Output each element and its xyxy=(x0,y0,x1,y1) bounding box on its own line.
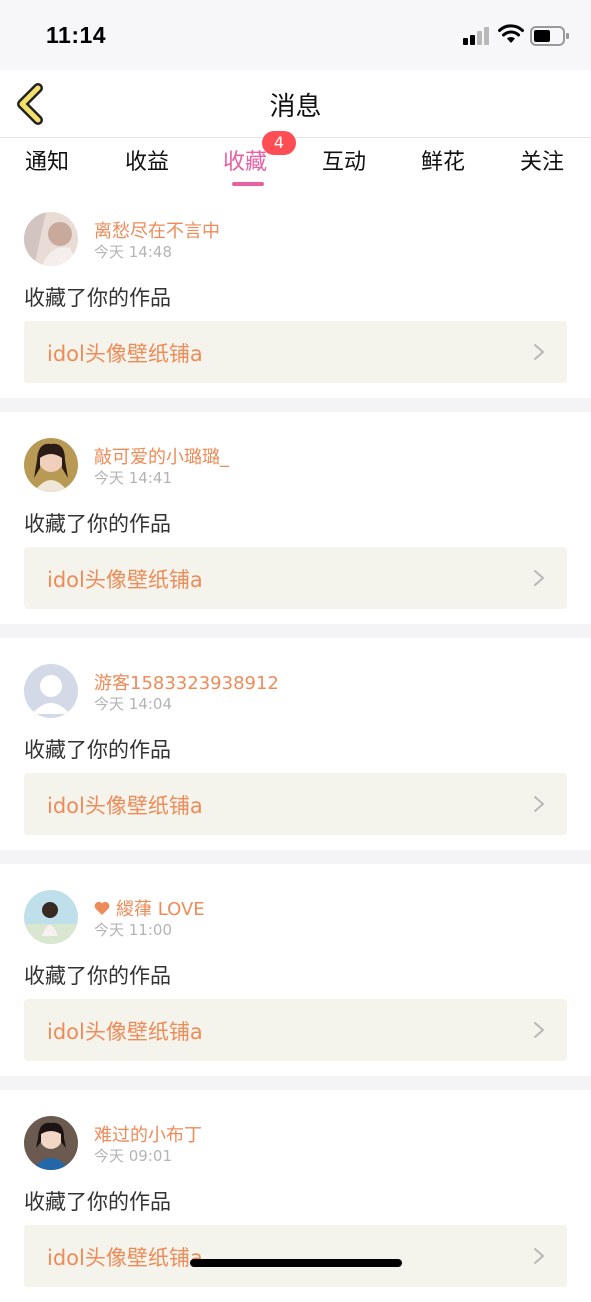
work-title: idol头像壁纸铺a xyxy=(47,1246,203,1270)
list-item: 游客1583323938912 今天 14:04 收藏了你的作品 idol头像壁… xyxy=(0,638,591,850)
avatar[interactable] xyxy=(24,212,78,266)
nav-bar: 消息 xyxy=(0,70,591,138)
username-label: 緵葎 LOVE xyxy=(116,899,205,920)
work-link[interactable]: idol头像壁纸铺a xyxy=(24,1225,567,1287)
work-link[interactable]: idol头像壁纸铺a xyxy=(24,321,567,383)
tab-flowers[interactable]: 鲜花 xyxy=(403,144,483,176)
chevron-right-icon xyxy=(534,1022,544,1038)
battery-icon xyxy=(530,26,569,46)
timestamp: 今天 09:01 xyxy=(94,1147,172,1165)
divider xyxy=(0,398,591,412)
divider xyxy=(0,624,591,638)
favorites-count-badge: 4 xyxy=(262,131,296,155)
username[interactable]: 游客1583323938912 xyxy=(94,669,279,695)
tab-favorites-label: 收藏 xyxy=(222,150,267,175)
username[interactable]: 緵葎 LOVE xyxy=(94,895,205,921)
page-title: 消息 xyxy=(269,92,322,122)
chevron-right-icon xyxy=(534,570,544,586)
avatar[interactable] xyxy=(24,890,78,944)
action-text: 收藏了你的作品 xyxy=(24,1190,171,1214)
timestamp: 今天 11:00 xyxy=(94,921,172,939)
avatar[interactable] xyxy=(24,438,78,492)
action-text: 收藏了你的作品 xyxy=(24,738,171,762)
work-link[interactable]: idol头像壁纸铺a xyxy=(24,547,567,609)
chevron-right-icon xyxy=(534,1248,544,1264)
username[interactable]: 离愁尽在不言中 xyxy=(94,217,220,243)
work-title: idol头像壁纸铺a xyxy=(47,794,203,818)
avatar[interactable] xyxy=(24,664,78,718)
cellular-signal-icon xyxy=(463,27,489,45)
chevron-right-icon xyxy=(534,796,544,812)
username[interactable]: 难过的小布丁 xyxy=(94,1121,202,1147)
timestamp: 今天 14:48 xyxy=(94,243,172,261)
status-time: 11:14 xyxy=(46,22,107,48)
tab-interactions[interactable]: 互动 xyxy=(304,144,384,176)
tab-following[interactable]: 关注 xyxy=(502,144,582,176)
work-link[interactable]: idol头像壁纸铺a xyxy=(24,773,567,835)
action-text: 收藏了你的作品 xyxy=(24,286,171,310)
tab-earnings[interactable]: 收益 xyxy=(107,144,187,176)
action-text: 收藏了你的作品 xyxy=(24,512,171,536)
home-indicator[interactable] xyxy=(190,1259,402,1267)
timestamp: 今天 14:04 xyxy=(94,695,172,713)
timestamp: 今天 14:41 xyxy=(94,469,172,487)
list-item: 离愁尽在不言中 今天 14:48 收藏了你的作品 idol头像壁纸铺a xyxy=(0,186,591,398)
message-list: 离愁尽在不言中 今天 14:48 收藏了你的作品 idol头像壁纸铺a 敲可爱的… xyxy=(0,186,591,1302)
tab-notifications[interactable]: 通知 xyxy=(7,144,87,176)
heart-icon xyxy=(94,901,110,915)
action-text: 收藏了你的作品 xyxy=(24,964,171,988)
status-bar: 11:14 xyxy=(0,0,591,70)
work-title: idol头像壁纸铺a xyxy=(47,1020,203,1044)
wifi-icon xyxy=(498,24,524,43)
work-link[interactable]: idol头像壁纸铺a xyxy=(24,999,567,1061)
work-title: idol头像壁纸铺a xyxy=(47,342,203,366)
work-title: idol头像壁纸铺a xyxy=(47,568,203,592)
list-item: 緵葎 LOVE 今天 11:00 收藏了你的作品 idol头像壁纸铺a xyxy=(0,864,591,1076)
list-item: 敲可爱的小璐璐_ 今天 14:41 收藏了你的作品 idol头像壁纸铺a xyxy=(0,412,591,624)
list-item: 难过的小布丁 今天 09:01 收藏了你的作品 idol头像壁纸铺a xyxy=(0,1090,591,1302)
divider xyxy=(0,1076,591,1090)
avatar[interactable] xyxy=(24,1116,78,1170)
chevron-right-icon xyxy=(534,344,544,360)
divider xyxy=(0,850,591,864)
username[interactable]: 敲可爱的小璐璐_ xyxy=(94,443,229,469)
